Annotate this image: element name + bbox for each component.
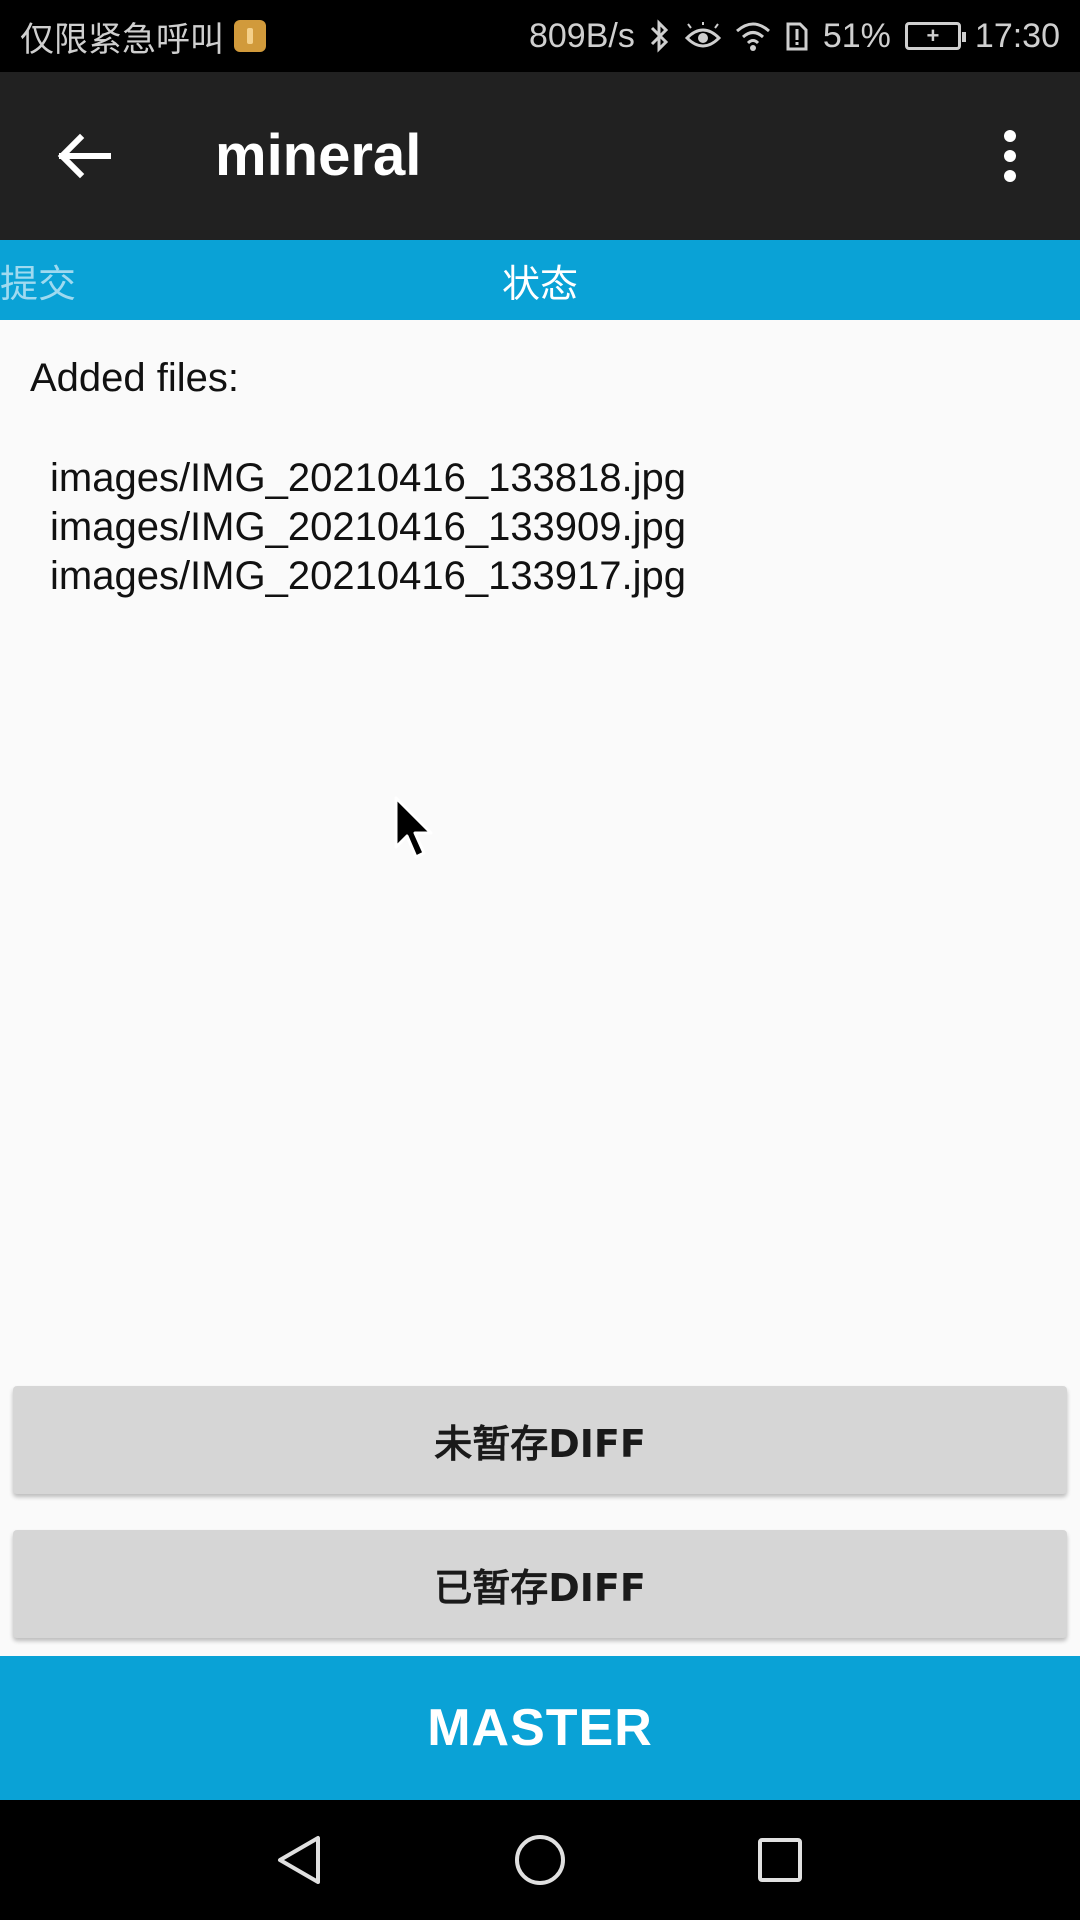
more-vertical-icon [1004,130,1016,182]
file-list-item: images/IMG_20210416_133917.jpg [50,554,687,598]
status-left: 仅限紧急呼叫 [20,12,266,61]
status-right: 809B/s 51% + 17:30 [529,17,1060,56]
wifi-icon [735,21,771,51]
carrier-text: 仅限紧急呼叫 [20,20,224,59]
nav-recent-button[interactable] [740,1820,820,1900]
battery-percent: 51% [822,16,891,55]
file-list-item: images/IMG_20210416_133909.jpg [50,505,687,549]
staged-diff-button[interactable]: 已暂存DIFF [13,1530,1067,1638]
eye-icon [684,22,721,50]
page-title: mineral [215,123,422,188]
arrow-back-icon [57,133,111,179]
tab-commit[interactable]: 提交 [0,240,90,320]
tab-bar: 提交 状态 [0,240,1080,320]
overflow-menu-button[interactable] [970,116,1050,196]
system-nav-bar [0,1800,1080,1920]
alert-icon [785,20,809,52]
net-speed: 809B/s [528,16,635,55]
unstaged-diff-button[interactable]: 未暂存DIFF [13,1386,1067,1494]
square-recents-icon [758,1838,802,1882]
bluetooth-icon [649,19,671,53]
battery-icon: + [904,22,966,50]
sim-icon [234,20,266,52]
status-content: Added files: images/IMG_20210416_133818.… [0,320,1080,1380]
nav-home-button[interactable] [500,1820,580,1900]
triangle-back-icon [278,1836,320,1884]
status-time: 17:30 [974,16,1060,55]
status-bar: 仅限紧急呼叫 809B/s 51% + 17:30 [0,0,1080,72]
tab-status[interactable]: 状态 [440,240,640,320]
nav-back-button[interactable] [260,1820,340,1900]
app-bar: mineral [0,72,1080,240]
added-files-list: images/IMG_20210416_133818.jpg images/IM… [50,454,686,601]
branch-button[interactable]: MASTER [0,1656,1080,1800]
file-list-item: images/IMG_20210416_133818.jpg [50,456,687,500]
circle-home-icon [515,1835,565,1885]
added-files-label: Added files: [30,356,240,400]
mouse-cursor-icon [394,796,433,859]
back-button[interactable] [44,116,124,196]
